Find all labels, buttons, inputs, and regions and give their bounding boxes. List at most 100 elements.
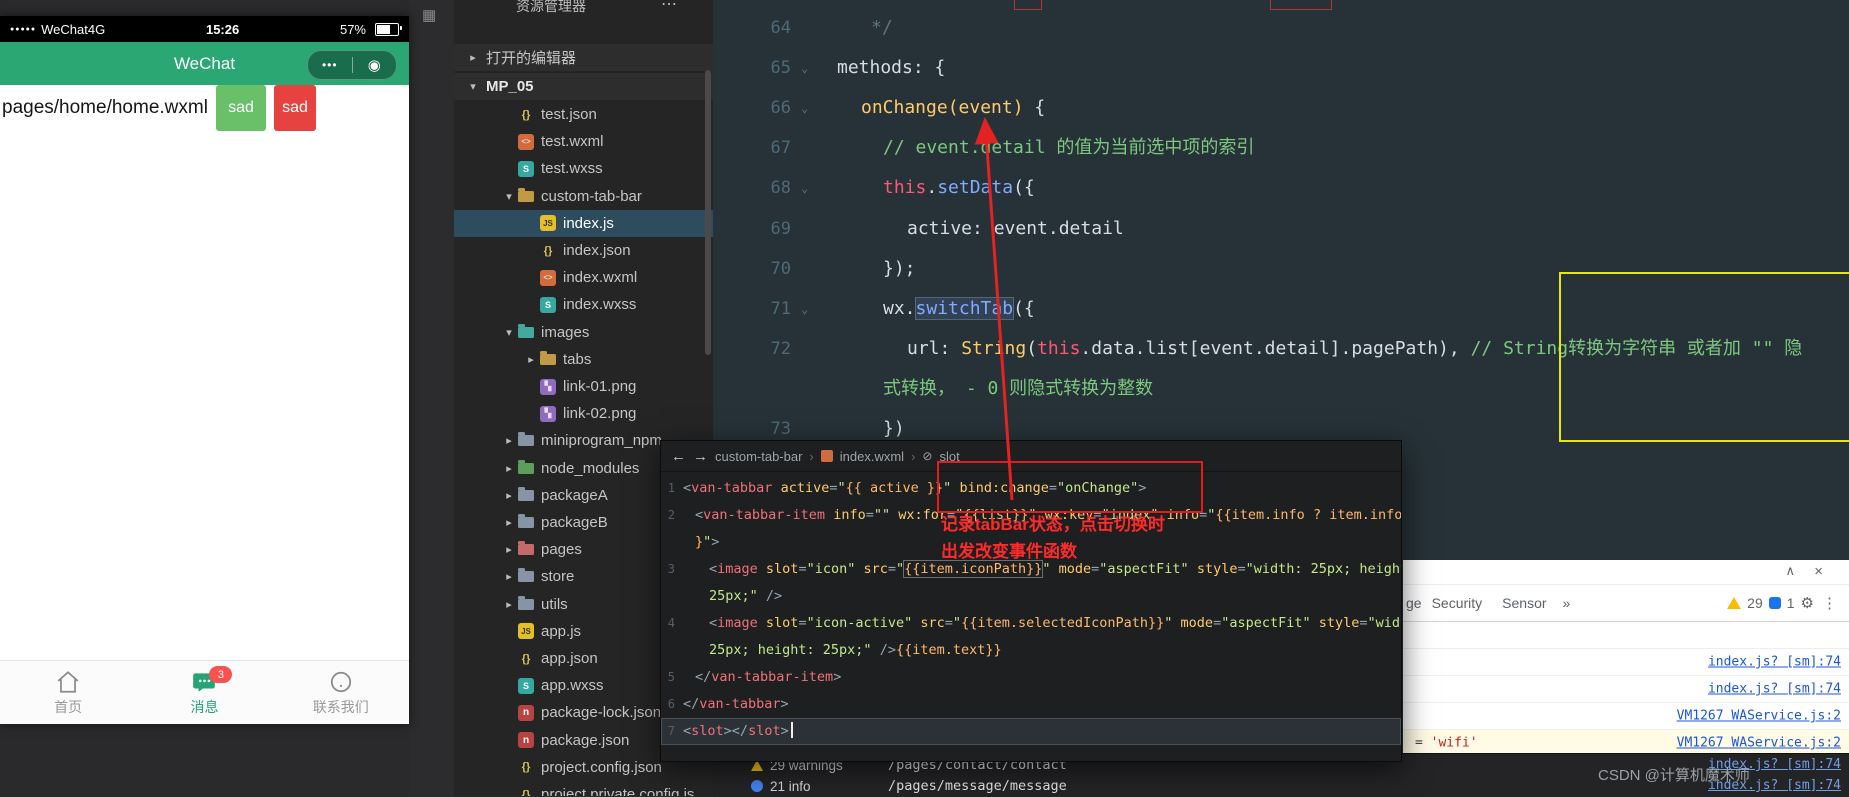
tree-item[interactable]: <>index.wxml (454, 264, 713, 291)
source-link[interactable]: index.js? [sm]:74 (1708, 682, 1841, 697)
console-row: index.js? [sm]:74 (1403, 676, 1849, 703)
wxml-code-line[interactable]: 7<slot></slot> (661, 718, 1401, 745)
code-token (772, 480, 780, 496)
carrier-label: WeChat4G (41, 22, 105, 37)
folder-icon (518, 191, 534, 202)
breadcrumb-symbol[interactable]: slot (939, 449, 959, 464)
open-editors-section[interactable]: ▸ 打开的编辑器 (454, 44, 713, 71)
collapse-panel-icon[interactable]: ∧ (1785, 563, 1795, 579)
tree-item[interactable]: ▾custom-tab-bar (454, 183, 713, 210)
tree-item[interactable]: <>test.wxml (454, 128, 713, 155)
code-token: < (683, 480, 691, 496)
console-row: index.js? [sm]:74 (1403, 649, 1849, 676)
source-link[interactable]: VM1267 WAService.js:2 (1677, 736, 1841, 751)
code-token: < (709, 615, 717, 631)
tree-item[interactable]: JSindex.js (454, 210, 713, 237)
code-text: }); (883, 249, 916, 289)
code-token: "width: 25px; height: (1246, 561, 1402, 577)
fold-icon[interactable]: ⌄ (801, 168, 808, 208)
code-line[interactable]: 65⌄methods: { (713, 48, 1849, 88)
tab-sensor[interactable]: Sensor (1492, 595, 1556, 611)
issue-count[interactable]: 1 (1787, 595, 1795, 611)
wxml-code-line[interactable]: 25px; height: 25px;" />{{item.text}} (661, 637, 1401, 664)
file-name: images (541, 324, 589, 341)
tree-item[interactable]: Sindex.wxss (454, 291, 713, 318)
folder-icon (518, 544, 534, 555)
line-number: 66 (713, 88, 791, 128)
fold-icon[interactable]: ⌄ (801, 48, 808, 88)
tree-item[interactable]: ▸tabs (454, 346, 713, 373)
file-name: node_modules (541, 460, 639, 477)
source-link[interactable]: VM1267 WAService.js:2 (1677, 709, 1841, 724)
wxml-code-line[interactable]: 25px;" /> (661, 583, 1401, 610)
sad-button-red[interactable]: sad (274, 85, 316, 131)
code-line[interactable]: 66⌄onChange(event) { (713, 88, 1849, 128)
fold-icon[interactable]: ⌄ (801, 289, 808, 329)
wxml-code-line[interactable]: 1<van-tabbar active="{{ active }}" bind:… (661, 475, 1401, 502)
code-line[interactable]: 67// event.detail 的值为当前选中项的索引 (713, 128, 1849, 168)
tab-home[interactable]: 首页 (0, 661, 136, 724)
forward-arrow-icon[interactable]: → (693, 448, 708, 465)
code-token: </ (695, 669, 711, 685)
fold-icon[interactable]: ⌄ (801, 88, 808, 128)
sad-button-green[interactable]: sad (216, 85, 266, 131)
tree-item[interactable]: {}index.json (454, 237, 713, 264)
tab-contact-us[interactable]: 联系我们 (273, 661, 409, 724)
wxml-code-line[interactable]: 6</van-tabbar> (661, 691, 1401, 718)
tab-messages[interactable]: 消息 3 (136, 661, 272, 724)
more-tabs-icon[interactable]: » (1557, 595, 1577, 611)
source-link[interactable]: index.js? [sm]:74 (1708, 655, 1841, 670)
wxml-code-line[interactable]: }"> (661, 529, 1401, 556)
tab-security[interactable]: Security (1422, 595, 1493, 611)
tree-item[interactable]: ▾images (454, 319, 713, 346)
code-line[interactable]: 72url: String(this.data.list[event.detai… (713, 329, 1849, 369)
back-arrow-icon[interactable]: ← (671, 448, 686, 465)
panel-grid-icon[interactable]: ▦ (422, 6, 436, 24)
wxml-code-line[interactable]: 3<image slot="icon" src="{{item.iconPath… (661, 556, 1401, 583)
phone-status-bar: ●●●●● WeChat4G 15:26 57% (0, 16, 409, 42)
code-token: mode (1059, 561, 1092, 577)
close-panel-icon[interactable]: × (1814, 563, 1823, 580)
code-token: > (781, 696, 789, 712)
kebab-menu-icon[interactable]: ⋮ (1820, 594, 1839, 612)
project-name: MP_05 (486, 78, 534, 95)
explorer-more-icon[interactable]: ⋯ (661, 0, 677, 14)
code-token: slot (748, 723, 781, 739)
console-toolbar (1403, 622, 1849, 649)
code-token: {{ active }} (846, 480, 944, 496)
code-line[interactable]: 69active: event.detail (713, 209, 1849, 249)
code-line[interactable]: 64*/ (713, 8, 1849, 48)
wxml-code-line[interactable]: 5</van-tabbar-item> (661, 664, 1401, 691)
breadcrumb-folder[interactable]: custom-tab-bar (715, 449, 802, 464)
tree-item[interactable]: ▚link-01.png (454, 373, 713, 400)
tree-item[interactable]: {}project.private.config.js... (454, 781, 713, 796)
code-token: methods: { (837, 57, 945, 78)
code-line[interactable]: 式转换， - 0 则隐式转换为整数 (713, 369, 1849, 409)
code-line[interactable]: 71⌄wx.switchTab({ (713, 289, 1849, 329)
gear-icon[interactable]: ⚙ (1801, 594, 1814, 612)
code-token: this (883, 177, 926, 198)
project-section[interactable]: ▾ MP_05 (454, 73, 713, 100)
code-token: src (864, 561, 888, 577)
devtools-tab-bar: ge Security Sensor » 29 1 ⚙ ⋮ (1403, 585, 1849, 622)
filter-info[interactable]: 21 info (751, 776, 811, 796)
tree-item[interactable]: {}test.json (454, 101, 713, 128)
wxml-code-area[interactable]: 1<van-tabbar active="{{ active }}" bind:… (661, 471, 1401, 761)
warning-count[interactable]: 29 (1747, 595, 1763, 611)
breadcrumb-file[interactable]: index.wxml (840, 449, 904, 464)
tree-item[interactable]: Stest.wxss (454, 155, 713, 182)
code-token: ({ (1013, 177, 1035, 198)
file-name: custom-tab-bar (541, 188, 642, 205)
wxml-code-line[interactable]: 2<van-tabbar-item info="" wx:for="{{list… (661, 502, 1401, 529)
tree-item[interactable]: ▚link-02.png (454, 400, 713, 427)
more-options-icon[interactable]: ••• (308, 58, 352, 72)
chevron-right-icon: ▸ (502, 570, 516, 583)
breadcrumb: ← → custom-tab-bar › index.wxml › ⊘ slot (661, 441, 1401, 472)
wxml-file-icon: <> (540, 270, 556, 286)
wxml-code-line[interactable]: 4<image slot="icon-active" src="{{item.s… (661, 610, 1401, 637)
explorer-scrollbar[interactable] (705, 70, 711, 355)
info-icon (751, 780, 763, 792)
code-line[interactable]: 68⌄this.setData({ (713, 168, 1849, 208)
exit-target-icon[interactable]: ◉ (353, 58, 397, 73)
code-line[interactable]: 70}); (713, 249, 1849, 289)
